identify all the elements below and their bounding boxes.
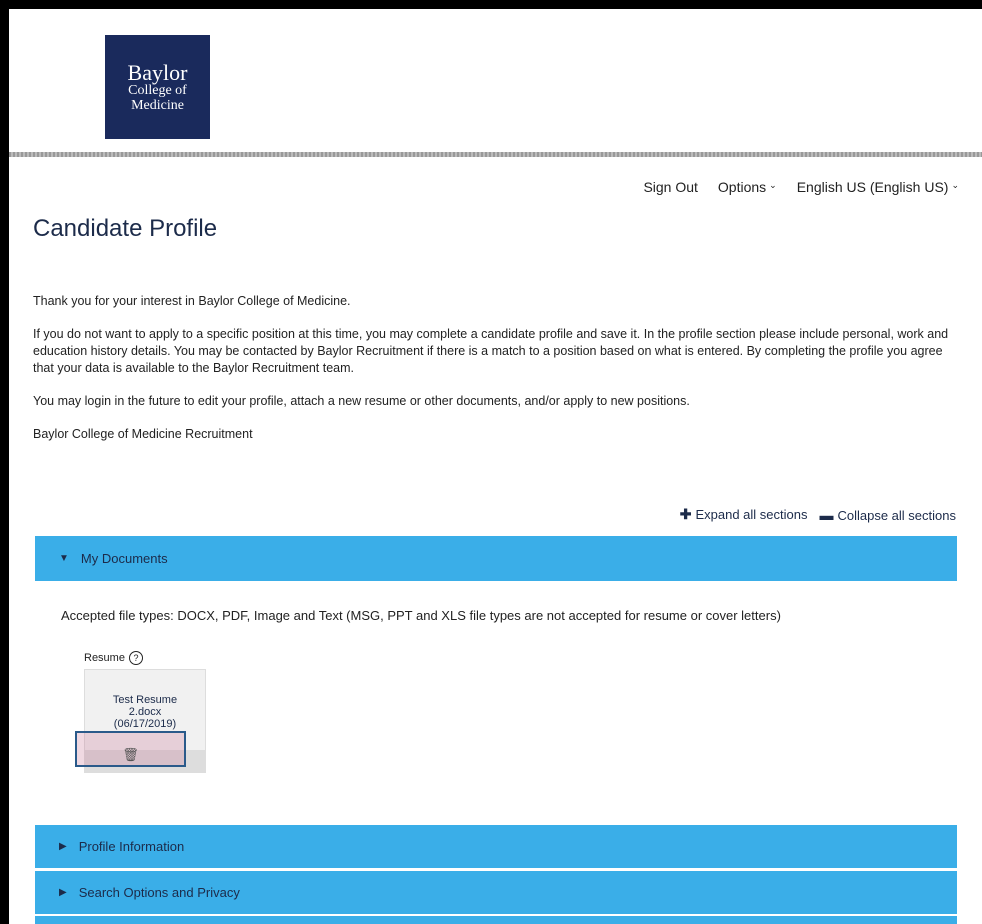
document-name-line1: Test Resume [112, 694, 178, 706]
section-title: Search Options and Privacy [78, 885, 240, 900]
logo-line1: Baylor [127, 59, 188, 85]
resume-label-text: Resume [84, 652, 125, 664]
plus-icon: ✚ [679, 506, 692, 522]
header-divider [9, 152, 982, 157]
section-search-options[interactable]: ▶ Search Options and Privacy [35, 871, 957, 914]
sign-out-link[interactable]: Sign Out [643, 179, 697, 195]
document-name[interactable]: Test Resume 2.docx (06/17/2019) [85, 694, 205, 730]
section-profile-information[interactable]: ▶ Profile Information [35, 825, 957, 868]
expand-all-button[interactable]: ✚ Expand all sections [680, 506, 808, 523]
section-toggles: ✚ Expand all sections ▬ Collapse all secti… [680, 506, 956, 523]
page-title: Candidate Profile [33, 215, 218, 242]
intro-text: Thank you for your interest in Baylor Co… [33, 293, 953, 459]
section-title: Profile Information [78, 839, 185, 854]
chevron-right-icon: ▶ [59, 841, 67, 852]
document-date: (06/17/2019) [113, 718, 177, 730]
options-menu[interactable]: Options ⌄ [718, 179, 777, 195]
intro-paragraph: Thank you for your interest in Baylor Co… [33, 294, 351, 308]
section-my-documents[interactable]: ▼ My Documents [35, 536, 957, 581]
top-nav: Sign Out Options ⌄ English US (English US… [643, 179, 959, 195]
chevron-down-icon: ⌄ [769, 180, 777, 190]
trash-icon: 🗑 [122, 747, 139, 762]
language-menu[interactable]: English US (English US) ⌄ [797, 179, 959, 195]
options-label: Options [717, 179, 767, 195]
document-name-line2: 2.docx [128, 706, 162, 718]
delete-document-button[interactable]: 🗑 [75, 731, 186, 767]
logo-line2: College of [128, 82, 187, 98]
collapse-all-label: Collapse all sections [837, 507, 956, 523]
page: Baylor College of Medicine Sign Out Opti… [9, 9, 982, 924]
resume-label: Resume ? [84, 651, 143, 665]
collapse-all-button[interactable]: ▬ Collapse all sections [819, 507, 956, 523]
chevron-right-icon: ▶ [59, 887, 67, 898]
expand-all-label: Expand all sections [695, 507, 808, 522]
section-title: My Documents [80, 551, 168, 566]
logo-line3: Medicine [131, 97, 184, 113]
baylor-logo[interactable]: Baylor College of Medicine [105, 35, 210, 139]
chevron-down-icon: ⌄ [951, 180, 959, 190]
intro-paragraph: You may login in the future to edit your… [33, 394, 690, 408]
help-icon[interactable]: ? [128, 651, 143, 665]
chevron-down-icon: ▼ [59, 553, 69, 564]
accepted-file-types: Accepted file types: DOCX, PDF, Image an… [61, 608, 781, 623]
minus-icon: ▬ [819, 506, 834, 523]
section-next[interactable] [35, 916, 957, 924]
header: Baylor College of Medicine [9, 9, 982, 152]
intro-paragraph: If you do not want to apply to a specifi… [33, 327, 949, 375]
intro-signature: Baylor College of Medicine Recruitment [33, 427, 253, 441]
language-label: English US (English US) [796, 179, 949, 195]
